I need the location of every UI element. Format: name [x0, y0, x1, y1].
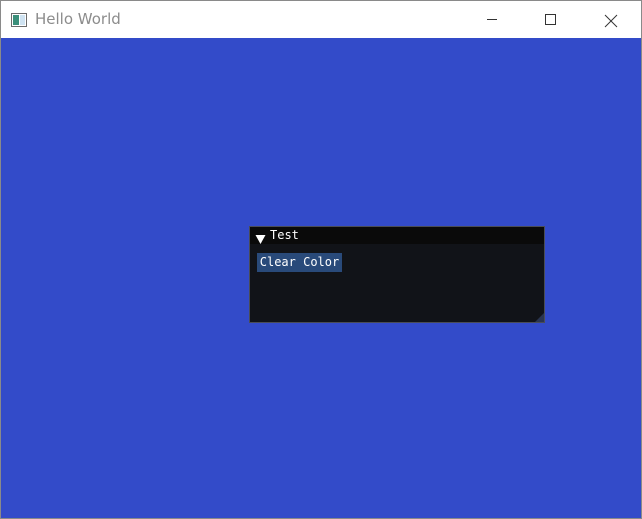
- resize-grip-icon[interactable]: [532, 310, 544, 322]
- minimize-button[interactable]: [469, 1, 515, 38]
- imgui-titlebar[interactable]: Test: [250, 227, 544, 244]
- close-icon: [604, 14, 618, 28]
- app-window-icon: [11, 12, 27, 27]
- close-button[interactable]: [587, 1, 633, 38]
- clear-color-button[interactable]: Clear Color: [257, 253, 342, 272]
- render-canvas[interactable]: Test Clear Color: [1, 38, 641, 518]
- maximize-button[interactable]: [528, 1, 574, 38]
- app-window: Hello World Test Clear Color: [0, 0, 642, 519]
- minimize-icon: [487, 19, 497, 20]
- window-titlebar[interactable]: Hello World: [1, 1, 641, 38]
- imgui-window-title: Test: [270, 228, 299, 242]
- maximize-icon: [545, 14, 556, 25]
- imgui-test-window[interactable]: Test Clear Color: [249, 226, 545, 323]
- collapse-arrow-icon[interactable]: [255, 230, 266, 244]
- window-title: Hello World: [35, 10, 121, 28]
